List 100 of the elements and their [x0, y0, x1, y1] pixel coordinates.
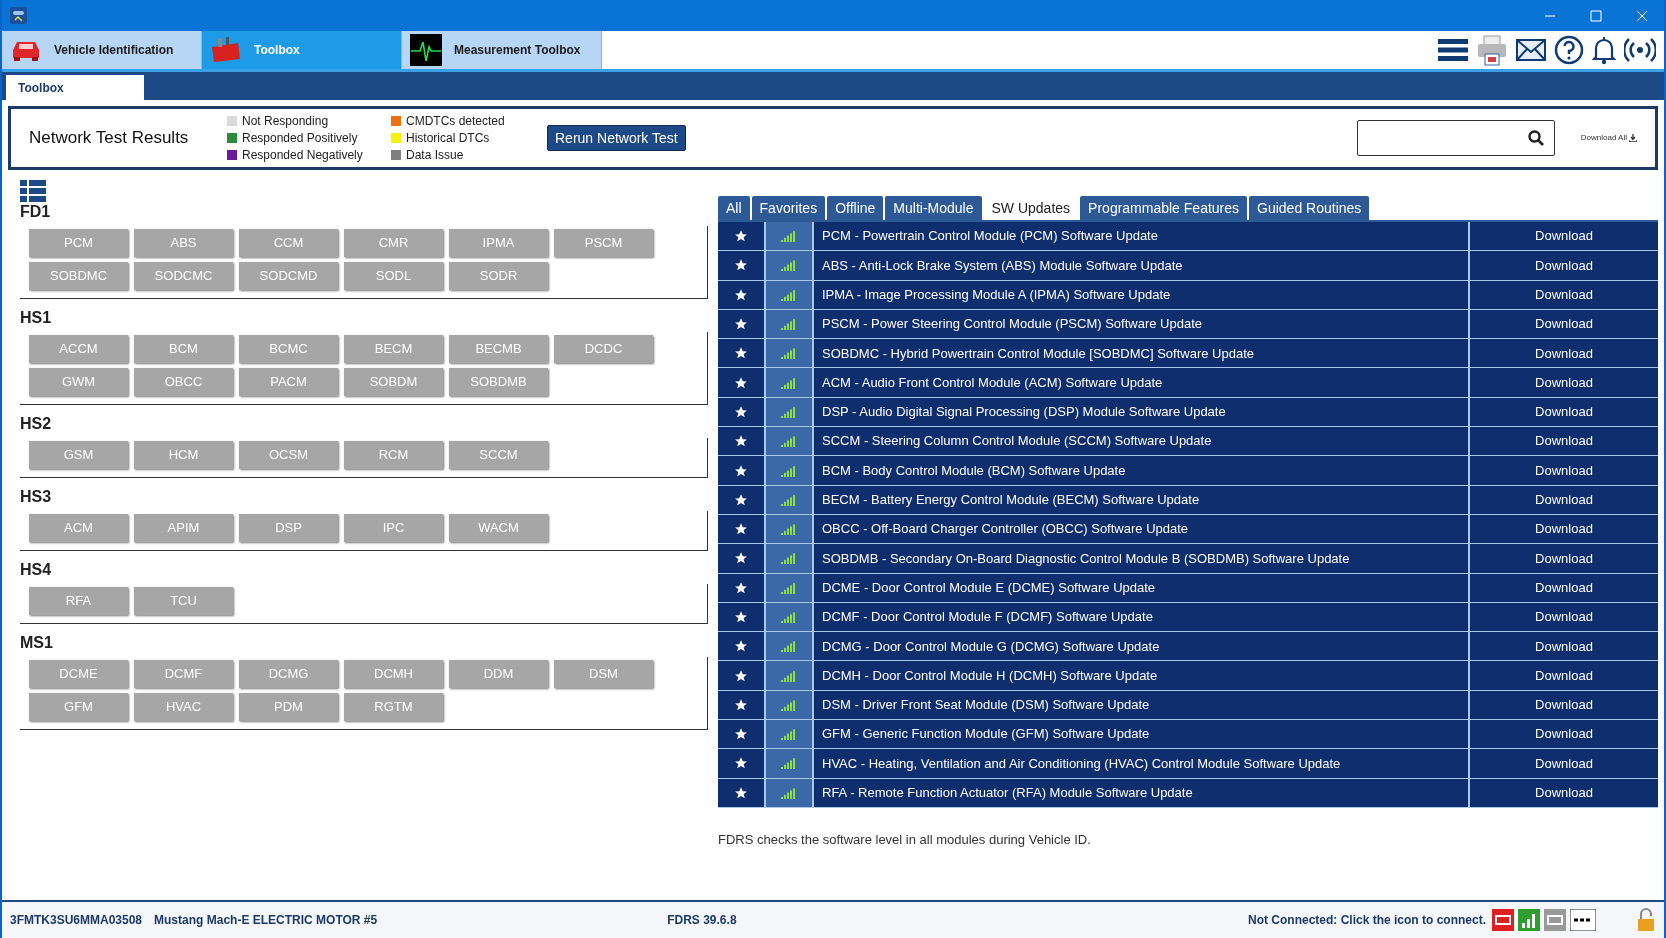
- signal-icon: [781, 611, 797, 623]
- star-icon[interactable]: [734, 727, 748, 742]
- download-button[interactable]: Download: [1470, 544, 1658, 573]
- star-icon[interactable]: [734, 492, 748, 507]
- network-group-title: HS3: [20, 487, 52, 507]
- star-icon[interactable]: [734, 229, 748, 244]
- star-icon[interactable]: [734, 375, 748, 390]
- bell-icon[interactable]: [1592, 35, 1616, 65]
- update-title[interactable]: DCMH - Door Control Module H (DCMH) Software Update: [814, 661, 1470, 690]
- download-button[interactable]: Download: [1470, 632, 1658, 661]
- star-icon[interactable]: [734, 434, 748, 449]
- download-button[interactable]: Download: [1470, 339, 1658, 368]
- padlock-icon[interactable]: [1636, 908, 1656, 932]
- download-button[interactable]: Download: [1470, 280, 1658, 309]
- network-group-title: FD1: [20, 202, 51, 222]
- download-button[interactable]: Download: [1470, 602, 1658, 632]
- version-text: FDRS 39.6.8: [667, 912, 737, 929]
- download-button[interactable]: Download: [1470, 514, 1658, 544]
- download-button[interactable]: Download: [1470, 778, 1658, 807]
- star-icon[interactable]: [734, 697, 748, 712]
- download-button[interactable]: Download: [1470, 397, 1658, 427]
- download-button[interactable]: Download: [1470, 690, 1658, 720]
- toolbox-tab[interactable]: Toolbox: [6, 75, 144, 100]
- download-button[interactable]: Download: [1470, 749, 1658, 778]
- update-title[interactable]: IPMA - Image Processing Module A (IPMA) Software Update: [814, 280, 1470, 309]
- update-title[interactable]: DCME - Door Control Module E (DCME) Software Update: [814, 573, 1470, 602]
- download-button[interactable]: Download: [1470, 427, 1658, 456]
- connector-icon[interactable]: [1544, 909, 1566, 931]
- filter-tab[interactable]: Favorites: [751, 196, 826, 220]
- star-icon[interactable]: [734, 463, 748, 478]
- download-button[interactable]: Download: [1470, 573, 1658, 602]
- legend-label: CMDTCs detected: [406, 112, 505, 130]
- update-title[interactable]: BECM - Battery Energy Control Module (BECM) Software Update: [814, 485, 1470, 514]
- download-button[interactable]: Download: [1470, 485, 1658, 514]
- signal-icon: [781, 405, 797, 418]
- legend-label: Historical DTCs: [406, 129, 490, 147]
- menu-icon[interactable]: [1438, 38, 1468, 62]
- star-icon[interactable]: [734, 639, 748, 654]
- download-button[interactable]: Download: [1470, 456, 1658, 485]
- vin-text: 3FMTK3SU6MMA03508: [10, 912, 143, 929]
- search-field[interactable]: [1356, 120, 1555, 156]
- module-tab[interactable]: Vehicle Identification: [2, 31, 202, 69]
- download-button[interactable]: Download: [1470, 661, 1658, 690]
- download-icon: [1629, 134, 1637, 142]
- star-icon[interactable]: [734, 287, 748, 302]
- download-button[interactable]: Download: [1470, 222, 1658, 251]
- update-title[interactable]: HVAC - Heating, Ventilation and Air Conditioning (HVAC) Control Module Software Update: [814, 749, 1470, 778]
- broadcast-icon[interactable]: [1624, 37, 1656, 63]
- signal-icon: [781, 493, 797, 506]
- star-icon[interactable]: [734, 404, 748, 419]
- toolbox-icon: [210, 37, 242, 63]
- star-icon[interactable]: [734, 668, 748, 683]
- signal-icon[interactable]: [1518, 909, 1540, 931]
- star-icon[interactable]: [734, 522, 748, 537]
- app-logo-icon: [10, 7, 27, 24]
- filter-tab[interactable]: All: [718, 196, 750, 220]
- update-title[interactable]: ACM - Audio Front Control Module (ACM) Software Update: [814, 368, 1470, 397]
- update-title[interactable]: BCM - Body Control Module (BCM) Software Update: [814, 456, 1470, 485]
- update-title[interactable]: SOBDMB - Secondary On-Board Diagnostic Control Module B (SOBDMB) Software Update: [814, 544, 1470, 573]
- filter-tab[interactable]: Guided Routines: [1249, 196, 1370, 220]
- download-button[interactable]: Download: [1470, 309, 1658, 339]
- legend-label: Responded Positively: [242, 129, 358, 147]
- waveform-icon: [410, 34, 442, 66]
- star-icon[interactable]: [734, 756, 748, 771]
- signal-icon: [781, 698, 797, 711]
- mail-icon[interactable]: [1516, 38, 1546, 62]
- star-icon[interactable]: [734, 580, 748, 595]
- update-title[interactable]: RFA - Remote Function Actuator (RFA) Module Software Update: [814, 778, 1470, 807]
- filter-tab[interactable]: Offline: [827, 196, 884, 220]
- filter-tab[interactable]: Programmable Features: [1080, 196, 1248, 220]
- signal-icon: [781, 288, 797, 301]
- signal-icon: [781, 435, 797, 448]
- printer-icon[interactable]: [1476, 34, 1508, 66]
- download-all-link[interactable]: Download All: [1580, 132, 1637, 144]
- update-title[interactable]: ABS - Anti-Lock Brake System (ABS) Module Software Update: [814, 251, 1470, 280]
- maximize-icon[interactable]: [1590, 9, 1602, 22]
- star-icon[interactable]: [734, 317, 748, 332]
- legend-label: Responded Negatively: [242, 146, 363, 164]
- signal-icon: [781, 523, 797, 536]
- download-button[interactable]: Download: [1470, 368, 1658, 397]
- module-tab[interactable]: Measurement Toolbox: [402, 31, 602, 69]
- legend-label: Data Issue: [406, 146, 464, 164]
- filter-tab[interactable]: Multi-Module: [885, 196, 982, 220]
- vehicle-name: Mustang Mach-E ELECTRIC MOTOR #5: [154, 912, 378, 929]
- download-button[interactable]: Download: [1470, 720, 1658, 749]
- star-icon[interactable]: [734, 258, 748, 273]
- list-view-icon[interactable]: [20, 180, 46, 202]
- star-icon[interactable]: [734, 551, 748, 566]
- rerun-network-test-button[interactable]: Rerun Network Test: [547, 125, 686, 151]
- footer-note: FDRS checks the software level in all modules during Vehicle ID.: [718, 830, 1091, 849]
- signal-icon: [781, 318, 797, 331]
- dashes-icon[interactable]: [1570, 909, 1596, 931]
- star-icon[interactable]: [734, 610, 748, 624]
- star-icon[interactable]: [734, 346, 748, 361]
- star-icon[interactable]: [734, 785, 748, 800]
- download-button[interactable]: Download: [1470, 251, 1658, 280]
- help-icon[interactable]: [1554, 35, 1584, 65]
- close-icon[interactable]: [1636, 9, 1648, 22]
- signal-icon: [781, 230, 797, 243]
- connector-icon[interactable]: [1492, 909, 1514, 931]
